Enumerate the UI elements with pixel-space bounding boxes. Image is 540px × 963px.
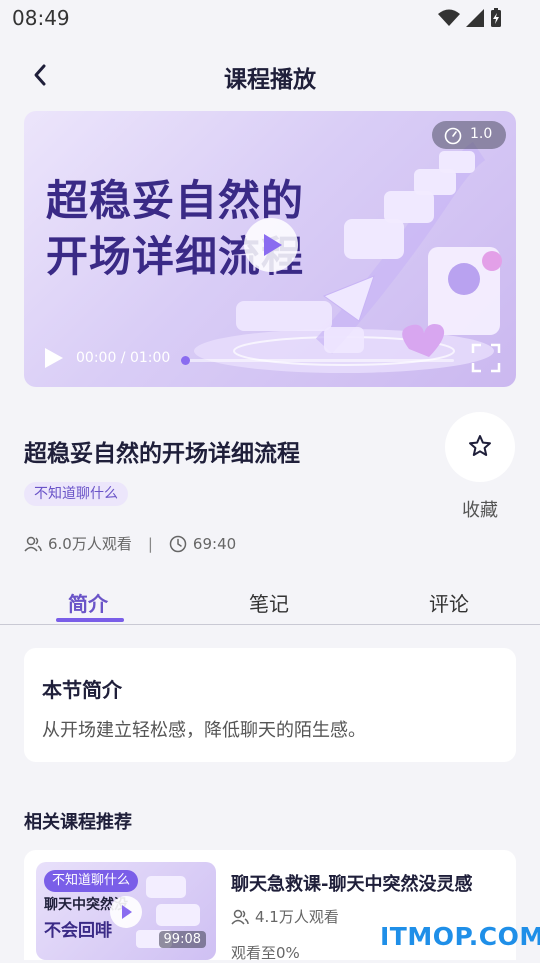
status-bar: 08:49 xyxy=(0,0,540,36)
speed-value: 1.0 xyxy=(470,126,493,142)
video-player[interactable]: 超稳妥自然的 开场详细流程 1.0 00:00 / 01:00 xyxy=(24,111,516,387)
header: 课程播放 xyxy=(0,48,540,104)
page-title: 课程播放 xyxy=(224,67,316,93)
favorite-label: 收藏 xyxy=(462,500,498,521)
intro-title: 本节简介 xyxy=(42,678,122,702)
play-icon xyxy=(122,905,132,919)
course-tag[interactable]: 不知道聊什么 xyxy=(24,482,128,506)
status-time: 08:49 xyxy=(12,6,70,30)
progress-bar[interactable] xyxy=(181,356,454,365)
tab-comments[interactable]: 评论 xyxy=(429,588,469,617)
player-controls: 00:00 / 01:00 xyxy=(24,329,516,387)
recommendation-views: 4.1万人观看 xyxy=(231,906,339,927)
clock-icon xyxy=(169,535,187,552)
intro-card: 本节简介 从开场建立轻松感，降低聊天的陌生感。 xyxy=(24,648,516,762)
wifi-icon xyxy=(438,9,460,26)
progress-handle[interactable] xyxy=(181,356,190,365)
course-meta: 6.0万人观看 | 69:40 xyxy=(24,533,236,554)
time-display: 00:00 / 01:00 xyxy=(76,350,171,366)
status-icons xyxy=(438,8,502,28)
recommendations-title: 相关课程推荐 xyxy=(24,812,132,833)
course-title: 超稳妥自然的开场详细流程 xyxy=(24,441,300,467)
intro-text: 从开场建立轻松感，降低聊天的陌生感。 xyxy=(42,720,366,741)
recommendation-thumbnail[interactable]: 不知道聊什么 聊天中突然没 不会回啡 99:08 xyxy=(36,862,216,960)
center-play-button[interactable] xyxy=(244,218,298,272)
speedometer-icon xyxy=(444,127,462,145)
users-icon xyxy=(24,536,42,552)
tab-bar: 简介 笔记 评论 xyxy=(0,580,540,625)
thumb-text-line2: 不会回啡 xyxy=(44,921,112,941)
signal-icon xyxy=(466,9,484,27)
fullscreen-icon[interactable] xyxy=(471,343,501,373)
course-duration: 69:40 xyxy=(192,534,237,553)
recommendation-view-count: 4.1万人观看 xyxy=(255,908,339,926)
recommendation-duration: 99:08 xyxy=(158,931,206,948)
recommendation-play-button[interactable] xyxy=(110,896,142,928)
tab-intro[interactable]: 简介 xyxy=(68,588,108,617)
playback-speed-button[interactable]: 1.0 xyxy=(432,121,506,149)
users-icon xyxy=(231,909,249,925)
play-icon[interactable] xyxy=(44,347,64,369)
favorite-button[interactable] xyxy=(445,412,515,482)
recommendation-tag: 不知道聊什么 xyxy=(44,870,139,892)
recommendation-title[interactable]: 聊天急救课-聊天中突然没灵感 xyxy=(231,870,472,896)
meta-separator: | xyxy=(147,534,153,553)
star-icon xyxy=(469,435,491,456)
tab-notes[interactable]: 笔记 xyxy=(249,588,289,617)
watermark-text: ITMOP.COM xyxy=(380,922,540,951)
battery-icon xyxy=(491,8,501,27)
view-count: 6.0万人观看 xyxy=(48,535,132,553)
active-tab-indicator xyxy=(56,618,124,622)
play-icon xyxy=(264,234,282,256)
